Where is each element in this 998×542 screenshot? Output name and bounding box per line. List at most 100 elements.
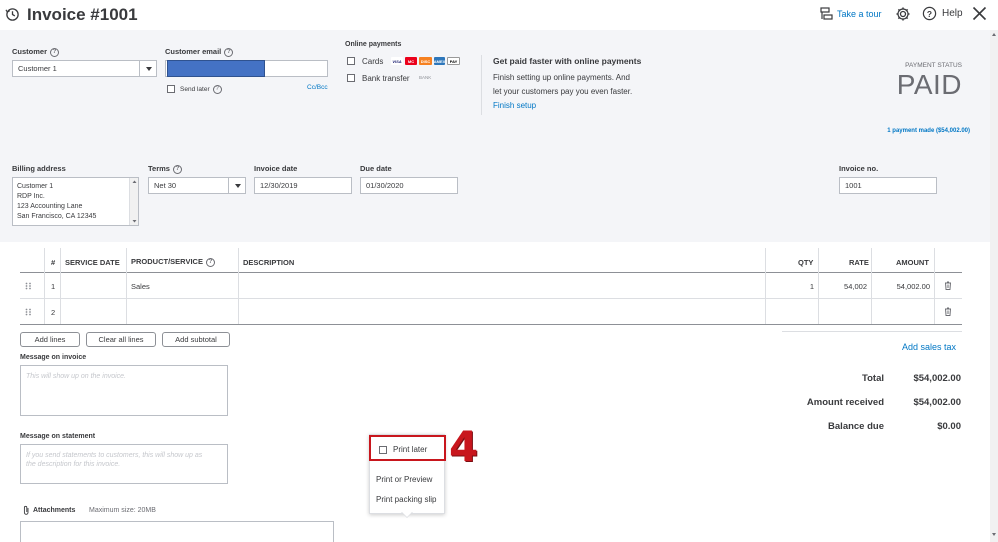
terms-dropdown-icon[interactable] (228, 177, 246, 194)
trash-icon[interactable] (944, 281, 952, 292)
close-icon[interactable] (972, 6, 987, 23)
visa-icon: VISA (391, 57, 403, 65)
send-later-label: Send later? (180, 85, 222, 94)
page-title: Invoice #1001 (27, 5, 138, 24)
page-scrollbar[interactable] (990, 30, 998, 542)
row-1-num: 1 (51, 282, 56, 291)
card-brand-icons: VISA MC DISC AMEX PAY (391, 57, 460, 65)
invoice-date-field[interactable]: 12/30/2019 (254, 177, 352, 194)
amount-received-label: Amount received (806, 397, 884, 408)
tutorial-step-number: 4 (449, 422, 479, 471)
bank-transfer-label: Bank transfer (362, 74, 410, 83)
row-1-product[interactable]: Sales (131, 282, 150, 291)
promo-line-1: Finish setting up online payments. And (493, 73, 630, 82)
row-1-qty[interactable]: 1 (760, 282, 814, 291)
tutorial-highlight-box (369, 435, 446, 461)
email-redaction (167, 60, 265, 77)
amex-icon: AMEX (433, 57, 446, 65)
tour-icon[interactable] (820, 7, 833, 23)
invoice-no-label: Invoice no. (839, 164, 879, 173)
col-qty-header: QTY (798, 258, 814, 267)
promo-line-2: let your customers pay you even faster. (493, 87, 633, 96)
customer-select[interactable]: Customer 1 (12, 60, 157, 77)
apple-pay-icon: PAY (447, 57, 460, 65)
gear-icon[interactable] (895, 6, 911, 24)
payments-made-link[interactable]: 1 payment made ($54,002.00) (887, 128, 970, 134)
col-num-header: # (51, 258, 56, 267)
invoice-no-value: 1001 (845, 181, 862, 190)
message-statement-label: Message on statement (20, 433, 96, 440)
add-sales-tax-link[interactable]: Add sales tax (902, 342, 956, 352)
print-preview-option[interactable]: Print or Preview (376, 475, 432, 484)
payments-divider (481, 55, 482, 115)
total-label: Total (862, 373, 884, 384)
message-invoice-field[interactable]: This will show up on the invoice. (20, 365, 228, 416)
table-row-divider (20, 298, 962, 299)
clear-all-lines-button[interactable]: Clear all lines (86, 332, 156, 347)
due-date-label: Due date (360, 164, 392, 173)
due-date-value: 01/30/2020 (366, 181, 404, 190)
amount-received-value: $54,002.00 (913, 397, 961, 408)
discover-icon: DISC (419, 57, 432, 65)
drag-handle-icon[interactable] (25, 282, 32, 292)
drag-handle-icon[interactable] (25, 308, 32, 318)
sales-tax-divider (782, 331, 962, 332)
payment-status-label: PAYMENT STATUS (905, 62, 962, 69)
billing-line-3: 123 Accounting Lane (17, 203, 83, 210)
billing-address-field[interactable]: Customer 1 RDP Inc. 123 Accounting Lane … (12, 177, 139, 226)
email-help-icon[interactable]: ? (224, 47, 234, 57)
message-statement-placeholder-2: the description for this invoice. (26, 461, 121, 468)
svg-text:?: ? (927, 9, 932, 19)
col-amount-header: AMOUNT (896, 258, 929, 267)
balance-due-value: $0.00 (937, 421, 961, 432)
cc-bcc-link[interactable]: Cc/Bcc (307, 84, 328, 91)
customer-select-value: Customer 1 (18, 64, 57, 73)
terms-label: Terms? (148, 164, 182, 174)
table-bottom-divider (20, 324, 962, 325)
message-statement-field[interactable]: If you send statements to customers, thi… (20, 444, 228, 484)
history-icon[interactable] (5, 7, 20, 24)
paperclip-icon (23, 505, 30, 517)
help-link[interactable]: Help (942, 8, 963, 19)
table-header-divider (20, 272, 962, 273)
due-date-field[interactable]: 01/30/2020 (360, 177, 458, 194)
col-divider (126, 248, 127, 324)
cards-checkbox[interactable] (347, 57, 355, 65)
finish-setup-link[interactable]: Finish setup (493, 101, 536, 110)
customer-dropdown-icon[interactable] (139, 60, 157, 77)
row-1-amount[interactable]: 54,002.00 (871, 282, 930, 291)
payment-status-value: PAID (896, 69, 962, 100)
row-1-rate[interactable]: 54,002 (818, 282, 867, 291)
billing-scrollbar[interactable] (129, 178, 138, 225)
help-icon[interactable]: ? (922, 6, 937, 23)
attachments-label: Attachments (33, 507, 76, 514)
trash-icon[interactable] (944, 307, 952, 318)
print-packing-slip-option[interactable]: Print packing slip (376, 495, 436, 504)
print-menu-pointer-fill (402, 512, 412, 517)
col-product-header: PRODUCT/SERVICE? (131, 257, 215, 267)
terms-select-value: Net 30 (154, 181, 177, 190)
total-value: $54,002.00 (913, 373, 961, 384)
customer-help-icon[interactable]: ? (50, 47, 60, 57)
add-subtotal-button[interactable]: Add subtotal (162, 332, 230, 347)
take-tour-link[interactable]: Take a tour (837, 9, 882, 19)
col-divider (44, 248, 45, 324)
balance-due-label: Balance due (828, 421, 884, 432)
invoice-no-field[interactable]: 1001 (839, 177, 937, 194)
col-service-date-header: SERVICE DATE (65, 258, 120, 267)
attachments-max-size: Maximum size: 20MB (89, 507, 156, 514)
invoice-date-value: 12/30/2019 (260, 181, 298, 190)
bank-transfer-checkbox[interactable] (347, 74, 355, 82)
message-invoice-label: Message on invoice (20, 354, 87, 361)
send-later-checkbox[interactable] (167, 85, 175, 93)
attachments-dropzone[interactable] (20, 521, 334, 542)
promo-title: Get paid faster with online payments (493, 56, 642, 66)
col-rate-header: RATE (849, 258, 869, 267)
terms-help-icon[interactable]: ? (172, 164, 182, 174)
online-payments-label: Online payments (345, 41, 402, 48)
product-help-icon[interactable]: ? (205, 257, 215, 267)
col-divider (60, 248, 61, 324)
col-divider (934, 248, 935, 324)
send-later-help-icon[interactable]: ? (212, 85, 222, 94)
add-lines-button[interactable]: Add lines (20, 332, 80, 347)
